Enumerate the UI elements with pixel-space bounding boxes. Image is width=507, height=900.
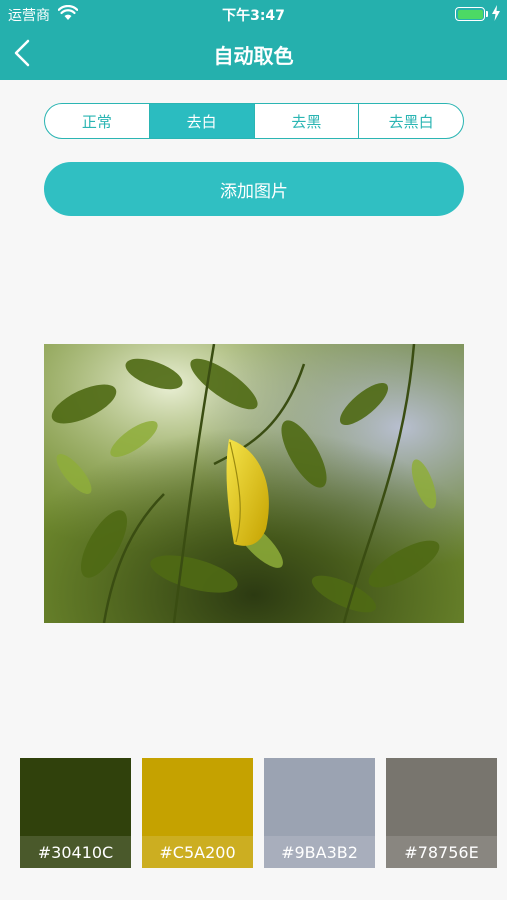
battery-tip <box>486 11 488 17</box>
status-time: 下午3:47 <box>222 8 285 24</box>
top-bar: 运营商 下午3:47 自动取色 <box>0 0 507 80</box>
color-hex-label: #9BA3B2 <box>264 836 375 868</box>
color-swatch[interactable]: #30410C <box>20 758 131 868</box>
segment-remove-black[interactable]: 去黑 <box>255 104 360 138</box>
selected-photo <box>44 344 464 623</box>
segment-remove-white[interactable]: 去白 <box>149 104 255 138</box>
color-swatch[interactable]: #C5A200 <box>142 758 253 868</box>
color-hex-label: #78756E <box>386 836 497 868</box>
add-image-label: 添加图片 <box>220 181 288 202</box>
page-title: 自动取色 <box>213 44 294 68</box>
nav-bar: 自动取色 <box>0 28 507 80</box>
color-swatch[interactable]: #9BA3B2 <box>264 758 375 868</box>
segment-remove-black-white[interactable]: 去黑白 <box>359 104 463 138</box>
segment-label: 正常 <box>81 112 112 131</box>
color-hex-label: #30410C <box>20 836 131 868</box>
charging-icon <box>492 5 500 21</box>
segment-label: 去白 <box>186 112 217 131</box>
battery-icon <box>455 7 485 21</box>
segment-label: 去黑 <box>291 112 322 131</box>
filter-segmented-control: 正常 去白 去黑 去黑白 <box>44 103 464 139</box>
segment-label: 去黑白 <box>388 112 434 131</box>
color-palette: #30410C #C5A200 #9BA3B2 #78756E <box>0 758 507 868</box>
color-hex-label: #C5A200 <box>142 836 253 868</box>
segment-normal[interactable]: 正常 <box>45 104 150 138</box>
status-bar: 运营商 下午3:47 <box>0 0 507 28</box>
color-swatch[interactable]: #78756E <box>386 758 497 868</box>
add-image-button[interactable]: 添加图片 <box>44 162 464 216</box>
